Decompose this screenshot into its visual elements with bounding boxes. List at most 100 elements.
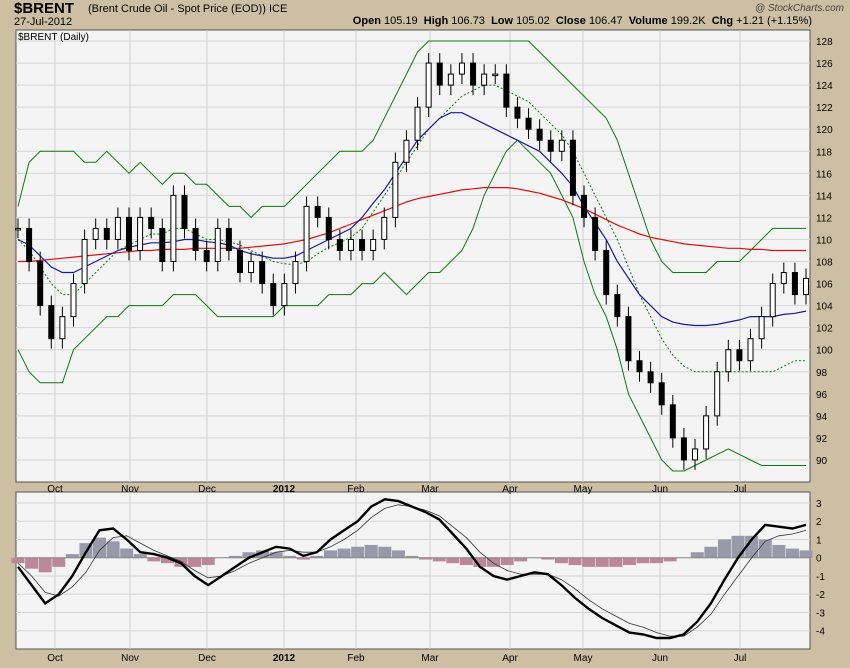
price-candle — [714, 371, 721, 417]
macd-tick-label: -3 — [816, 608, 825, 619]
macd-month-label: 2012 — [273, 653, 296, 664]
price-tick-label: 94 — [816, 412, 828, 423]
macd-histogram-bar — [554, 557, 568, 564]
price-candle — [747, 338, 754, 362]
price-candle — [148, 216, 155, 229]
price-candle — [481, 73, 488, 86]
price-tick-label: 90 — [816, 456, 828, 467]
macd-histogram-bar — [11, 557, 25, 564]
macd-histogram-bar — [446, 557, 460, 564]
macd-histogram-bar — [351, 546, 365, 558]
price-tick-label: 110 — [816, 235, 832, 246]
macd-histogram-bar — [201, 557, 215, 566]
price-candle — [658, 382, 665, 406]
price-candle — [703, 415, 710, 450]
macd-histogram-bar — [568, 557, 582, 566]
macd-tick-label: 2 — [816, 517, 822, 528]
price-candle — [236, 249, 243, 274]
macd-histogram-bar — [704, 546, 718, 558]
price-candle — [92, 227, 99, 240]
macd-histogram-bar — [717, 539, 731, 558]
macd-month-label: Feb — [347, 653, 365, 664]
price-candle — [248, 261, 255, 274]
macd-month-label: Oct — [47, 653, 63, 664]
price-candle — [470, 62, 477, 86]
month-label: Mar — [421, 484, 439, 495]
price-candle — [625, 316, 632, 362]
price-candle — [692, 448, 699, 461]
price-candle — [758, 316, 765, 340]
price-tick-label: 114 — [816, 191, 832, 202]
price-candle — [103, 227, 110, 240]
macd-tick-label: 3 — [816, 499, 822, 510]
macd-histogram-bar — [690, 552, 704, 558]
month-label: May — [574, 484, 593, 495]
price-candle — [458, 62, 465, 75]
price-candle — [514, 106, 521, 119]
price-candle — [70, 283, 77, 318]
price-candle — [137, 216, 144, 251]
macd-histogram-bar — [38, 557, 52, 573]
month-label: Feb — [347, 484, 365, 495]
price-candle — [769, 283, 776, 318]
price-candle — [15, 227, 21, 231]
price-candle — [669, 404, 676, 439]
price-candle — [647, 371, 654, 384]
price-tick-label: 106 — [816, 280, 833, 291]
chart-legend: $BRENT (Daily) — [18, 32, 89, 43]
price-candle — [536, 128, 543, 141]
macd-month-label: May — [574, 653, 593, 664]
macd-axis: 3 2 1 0 -1 -2 -3 -4 — [816, 499, 825, 638]
price-tick-label: 122 — [816, 103, 833, 114]
price-tick-label: 92 — [816, 434, 828, 445]
macd-histogram-bar — [65, 554, 79, 558]
price-candle — [547, 139, 554, 152]
price-candle — [181, 194, 188, 229]
price-candle — [303, 205, 310, 263]
price-tick-label: 108 — [816, 258, 833, 269]
price-tick-label: 98 — [816, 368, 828, 379]
macd-histogram-bar — [337, 548, 351, 558]
price-candle — [791, 272, 798, 296]
chart-canvas: 9092949698100102104106108110112114116118… — [11, 29, 833, 664]
price-tick-label: 128 — [816, 37, 833, 48]
price-candle — [292, 261, 299, 285]
macd-month-label: Jul — [734, 653, 747, 664]
price-candle — [569, 139, 576, 196]
month-label: Apr — [502, 484, 518, 495]
macd-histogram-bar — [785, 548, 799, 558]
price-candle — [192, 227, 199, 251]
month-label: Oct — [47, 484, 63, 495]
price-tick-label: 104 — [816, 302, 833, 313]
price-candle — [225, 227, 232, 251]
price-candle — [81, 238, 88, 285]
price-tick-label: 102 — [816, 324, 833, 335]
macd-histogram-bar — [52, 557, 66, 567]
price-candle — [347, 238, 354, 251]
price-candle — [37, 261, 44, 307]
price-candle — [725, 349, 732, 373]
price-candle — [414, 106, 421, 141]
month-label: Dec — [198, 484, 216, 495]
macd-panel — [15, 491, 811, 650]
price-candle — [680, 437, 687, 461]
price-candle — [614, 294, 621, 318]
macd-histogram-bar — [188, 557, 202, 567]
macd-month-label: Nov — [121, 653, 139, 664]
price-candle — [159, 227, 166, 263]
macd-histogram-bar — [364, 544, 378, 558]
price-candle — [203, 249, 210, 263]
month-label: 2012 — [273, 484, 296, 495]
macd-month-label: Jun — [652, 653, 668, 664]
price-candle — [359, 238, 366, 251]
macd-month-label: Mar — [421, 653, 439, 664]
price-candle — [780, 272, 787, 285]
macd-histogram-bar — [147, 557, 161, 562]
price-candle — [581, 194, 588, 218]
macd-histogram-bar — [500, 557, 514, 566]
month-label: Jun — [652, 484, 668, 495]
price-candle — [214, 227, 221, 263]
macd-histogram-bar — [106, 541, 120, 558]
price-candle — [325, 216, 332, 240]
price-tick-label: 120 — [816, 125, 833, 136]
